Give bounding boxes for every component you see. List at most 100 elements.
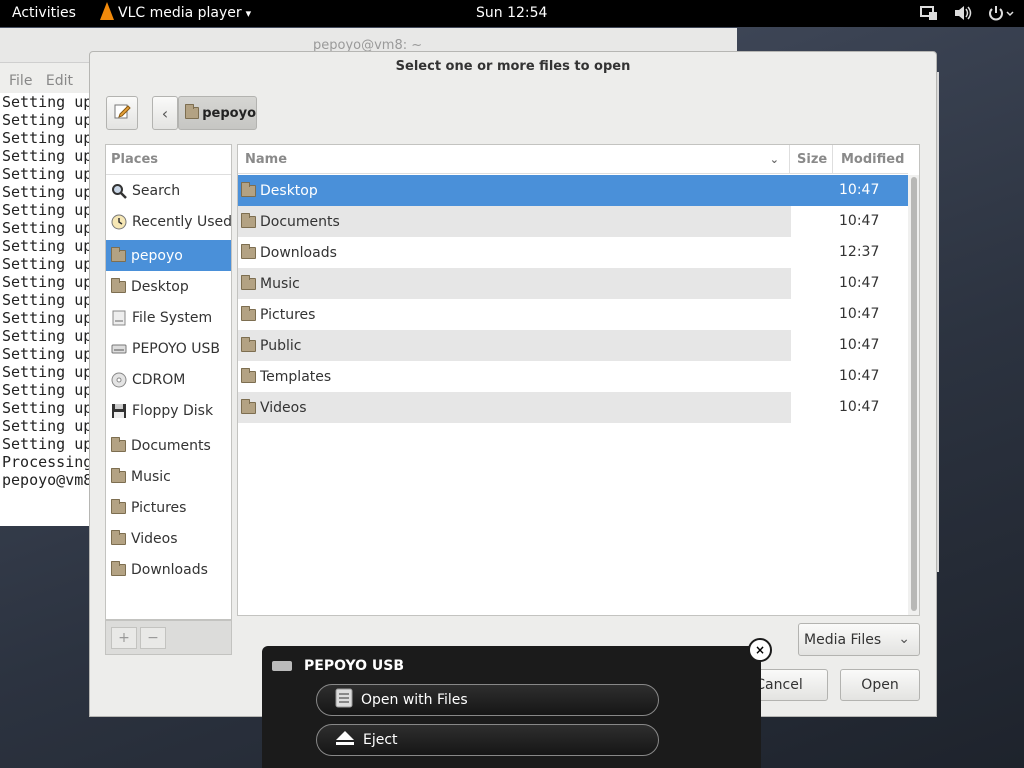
clock[interactable]: Sun 12:54	[476, 5, 547, 21]
column-modified-label: Modified	[841, 152, 905, 167]
sidebar-item-label: Music	[131, 468, 171, 485]
sidebar-item-label: Recently Used	[132, 213, 233, 230]
file-modified: 10:47	[839, 368, 880, 384]
terminal-menu-file[interactable]: File	[9, 73, 32, 89]
notification-close-button[interactable]: ×	[748, 638, 772, 662]
sidebar-item-pictures[interactable]: Pictures	[106, 492, 231, 523]
sidebar-item-music[interactable]: Music	[106, 461, 231, 492]
network-icon	[920, 5, 938, 25]
sidebar-item-label: CDROM	[132, 371, 186, 388]
system-status-area[interactable]	[920, 5, 1014, 25]
drive-icon	[111, 310, 127, 326]
file-name: Downloads	[260, 244, 337, 261]
app-menu[interactable]: VLC media player ▾	[100, 2, 252, 21]
sidebar-item-label: Downloads	[131, 561, 208, 578]
open-with-files-label: Open with Files	[361, 692, 468, 708]
eject-button[interactable]: Eject	[316, 724, 659, 756]
sidebar-item-label: Videos	[131, 530, 178, 547]
file-name: Music	[260, 275, 300, 292]
column-header-modified[interactable]: Modified	[833, 145, 908, 174]
volume-icon	[954, 5, 972, 25]
file-row-music[interactable]: Music 10:47	[238, 268, 908, 299]
sidebar-item-desktop[interactable]: Desktop	[106, 271, 231, 302]
scrollbar-thumb[interactable]	[911, 177, 917, 611]
file-modified: 10:47	[839, 213, 880, 229]
top-bar: Activities VLC media player ▾ Sun 12:54	[0, 0, 1024, 27]
sidebar-item-pepoyo-usb[interactable]: PEPOYO USB	[106, 333, 231, 364]
file-name-cell: Public	[241, 330, 301, 361]
file-row-templates[interactable]: Templates 10:47	[238, 361, 908, 392]
sidebar-item-pepoyo[interactable]: pepoyo	[106, 240, 231, 271]
column-header-size[interactable]: Size	[790, 145, 833, 174]
row-shade	[238, 330, 791, 361]
file-row-documents[interactable]: Documents 10:47	[238, 206, 908, 237]
type-location-button[interactable]	[106, 96, 138, 130]
activities-button[interactable]: Activities	[12, 5, 76, 21]
column-name-label: Name	[245, 152, 288, 167]
chevron-left-icon: ‹	[161, 103, 169, 123]
sidebar-item-videos[interactable]: Videos	[106, 523, 231, 554]
cd-icon	[111, 372, 127, 388]
chevron-down-icon: ⌄	[898, 631, 910, 647]
sidebar-item-documents[interactable]: Documents	[106, 430, 231, 461]
file-filter-combo[interactable]: Media Files ⌄	[798, 623, 920, 656]
folder-icon	[111, 277, 126, 293]
file-modified: 10:47	[839, 399, 880, 415]
file-row-pictures[interactable]: Pictures 10:47	[238, 299, 908, 330]
home-folder-icon	[185, 104, 200, 119]
sidebar-item-label: Floppy Disk	[132, 402, 214, 419]
open-button[interactable]: Open	[840, 669, 920, 701]
file-list-scrollbar[interactable]	[908, 175, 919, 615]
file-row-videos[interactable]: Videos 10:47	[238, 392, 908, 423]
path-button-pepoyo[interactable]: pepoyo	[178, 96, 257, 130]
sidebar-item-label: pepoyo	[131, 247, 183, 264]
eject-label: Eject	[363, 732, 398, 748]
file-list: Name ⌄ Size Modified Desktop 10:47 Documen…	[237, 144, 920, 616]
sidebar-item-recently-used[interactable]: Recently Used	[106, 206, 233, 237]
open-with-files-button[interactable]: Open with Files	[316, 684, 659, 716]
power-icon	[988, 5, 1014, 25]
folder-icon	[241, 243, 256, 259]
terminal-menu-edit[interactable]: Edit	[46, 73, 73, 89]
sidebar-item-downloads[interactable]: Downloads	[106, 554, 231, 585]
folder-icon	[111, 467, 126, 483]
folder-icon	[241, 181, 256, 197]
home-folder-icon	[111, 246, 126, 262]
folder-icon	[241, 305, 256, 321]
sidebar-item-search[interactable]: Search	[106, 175, 231, 206]
sidebar-item-cdrom[interactable]: CDROM	[106, 364, 231, 395]
file-name-cell: Documents	[241, 206, 340, 237]
sidebar-item-floppy-disk[interactable]: Floppy Disk	[106, 395, 231, 426]
sidebar-item-label: Search	[132, 182, 181, 199]
usb-drive-icon	[111, 341, 127, 357]
row-shade	[238, 392, 791, 423]
file-row-desktop[interactable]: Desktop 10:47	[238, 175, 908, 206]
file-row-public[interactable]: Public 10:47	[238, 330, 908, 361]
folder-icon	[111, 498, 126, 514]
file-row-downloads[interactable]: Downloads 12:37	[238, 237, 908, 268]
file-modified: 10:47	[839, 306, 880, 322]
file-modified: 10:47	[839, 182, 880, 198]
file-name-cell: Pictures	[241, 299, 315, 330]
notification-title: PEPOYO USB	[304, 658, 405, 674]
files-app-icon	[335, 688, 353, 712]
app-menu-arrow: ▾	[245, 6, 252, 20]
column-size-label: Size	[797, 152, 828, 167]
sidebar-item-label: File System	[132, 309, 213, 326]
dialog-title: Select one or more files to open	[395, 59, 631, 74]
places-toolbar: + −	[105, 620, 232, 655]
file-modified: 10:47	[839, 275, 880, 291]
path-back-button[interactable]: ‹	[152, 96, 178, 130]
edit-pencil-icon	[113, 102, 131, 124]
file-name: Templates	[260, 368, 332, 385]
file-name-cell: Music	[241, 268, 300, 299]
remove-bookmark-button[interactable]: −	[140, 627, 166, 649]
add-bookmark-button[interactable]: +	[111, 627, 137, 649]
folder-icon	[241, 398, 256, 414]
file-name-cell: Downloads	[241, 237, 337, 268]
clock-icon	[111, 214, 127, 230]
folder-icon	[111, 436, 126, 452]
column-header-name[interactable]: Name ⌄	[238, 145, 790, 174]
sidebar-item-file-system[interactable]: File System	[106, 302, 231, 333]
file-name: Public	[260, 337, 302, 354]
